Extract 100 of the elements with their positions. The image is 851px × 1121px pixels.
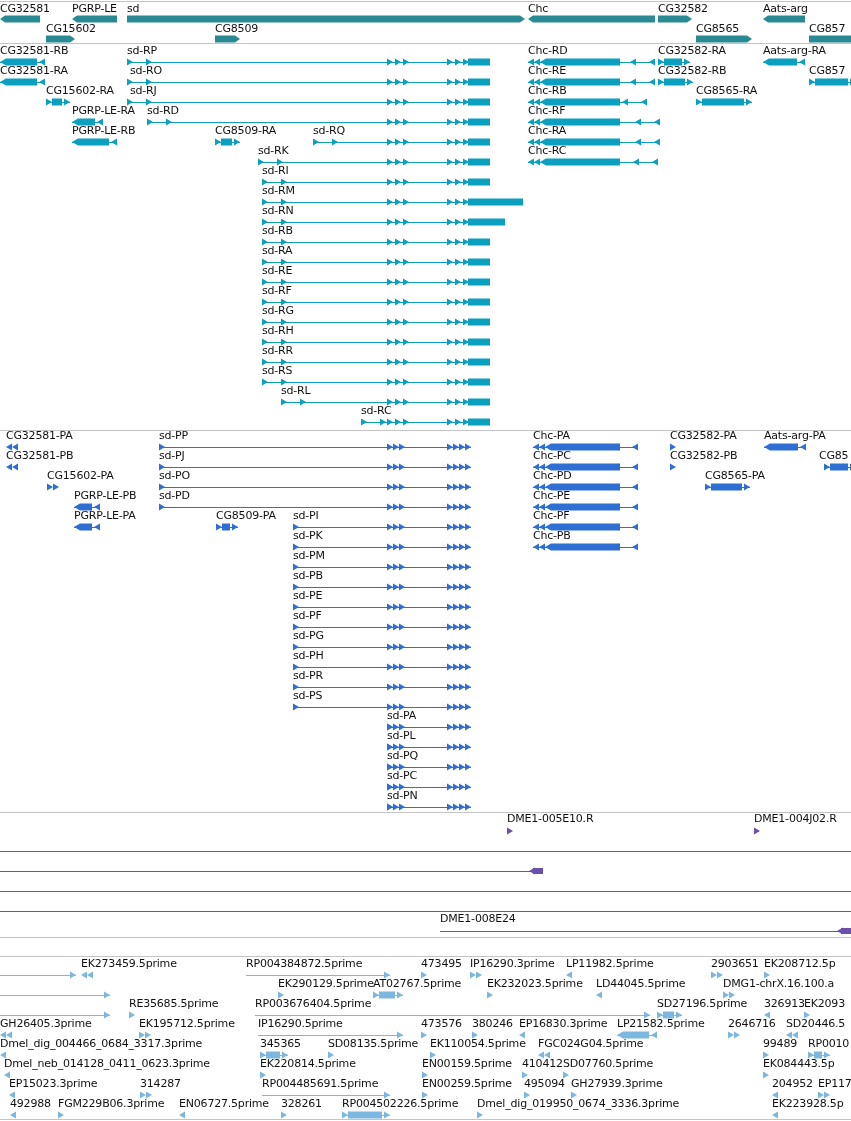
feature-glyph[interactable] bbox=[158, 483, 472, 491]
feature-glyph[interactable] bbox=[73, 503, 101, 511]
feature-glyph[interactable] bbox=[527, 58, 656, 66]
feature-glyph[interactable] bbox=[126, 98, 491, 106]
feature-glyph[interactable] bbox=[261, 198, 524, 206]
feature-glyph[interactable] bbox=[292, 623, 472, 631]
feature-glyph[interactable] bbox=[71, 118, 104, 126]
feature-glyph[interactable] bbox=[158, 463, 472, 471]
feature-glyph[interactable] bbox=[532, 483, 639, 491]
feature-glyph[interactable] bbox=[763, 15, 805, 23]
feature-label: EP117 bbox=[818, 1077, 851, 1090]
feature-label: EP16830.3prime bbox=[519, 1017, 608, 1030]
feature-glyph[interactable] bbox=[292, 603, 472, 611]
feature-glyph[interactable] bbox=[73, 523, 101, 531]
feature-glyph[interactable] bbox=[695, 98, 753, 106]
feature-label: sd-RG bbox=[262, 304, 294, 317]
feature-glyph[interactable] bbox=[261, 278, 491, 286]
feature-glyph[interactable] bbox=[0, 867, 544, 875]
feature-glyph[interactable] bbox=[158, 503, 472, 511]
feature-glyph[interactable] bbox=[292, 583, 472, 591]
feature-label: EN00259.5prime bbox=[422, 1077, 512, 1090]
feature-glyph[interactable] bbox=[46, 35, 75, 43]
feature-glyph[interactable] bbox=[214, 138, 241, 146]
feature-glyph[interactable] bbox=[292, 663, 472, 671]
feature-glyph[interactable] bbox=[670, 463, 676, 471]
feature-glyph[interactable] bbox=[507, 827, 513, 835]
feature-glyph[interactable] bbox=[386, 743, 472, 751]
feature-glyph[interactable] bbox=[261, 218, 506, 226]
feature-glyph[interactable] bbox=[292, 703, 472, 711]
feature-glyph[interactable] bbox=[386, 763, 472, 771]
feature-glyph[interactable] bbox=[0, 58, 46, 66]
feature-glyph[interactable] bbox=[6, 443, 18, 451]
feature-glyph[interactable] bbox=[292, 683, 472, 691]
feature-glyph[interactable] bbox=[704, 483, 751, 491]
feature-label: 2903651 bbox=[711, 957, 759, 970]
feature-glyph[interactable] bbox=[72, 15, 117, 23]
feature-label: sd-RC bbox=[361, 404, 392, 417]
feature-glyph[interactable] bbox=[527, 158, 659, 166]
feature-glyph[interactable] bbox=[360, 418, 491, 426]
feature-glyph[interactable] bbox=[292, 643, 472, 651]
feature-label: LP11982.5prime bbox=[566, 957, 654, 970]
feature-glyph[interactable] bbox=[261, 318, 491, 326]
feature-glyph[interactable] bbox=[386, 723, 472, 731]
feature-glyph[interactable] bbox=[292, 563, 472, 571]
feature-glyph[interactable] bbox=[527, 138, 661, 146]
feature-glyph[interactable] bbox=[71, 138, 118, 146]
feature-glyph[interactable] bbox=[386, 783, 472, 791]
feature-glyph[interactable] bbox=[763, 443, 807, 451]
feature-glyph[interactable] bbox=[126, 78, 491, 86]
feature-label: sd-RJ bbox=[130, 84, 157, 97]
feature-glyph[interactable] bbox=[215, 35, 240, 43]
feature-label: sd-RP bbox=[127, 44, 157, 57]
feature-glyph[interactable] bbox=[292, 523, 472, 531]
feature-label: PGRP-LE-RA bbox=[72, 104, 135, 117]
feature-glyph[interactable] bbox=[532, 503, 639, 511]
feature-glyph[interactable] bbox=[47, 483, 59, 491]
feature-glyph[interactable] bbox=[0, 15, 40, 23]
feature-glyph[interactable] bbox=[762, 58, 806, 66]
feature-glyph[interactable] bbox=[532, 463, 639, 471]
feature-glyph[interactable] bbox=[532, 523, 639, 531]
feature-glyph[interactable] bbox=[45, 98, 71, 106]
feature-glyph[interactable] bbox=[257, 158, 491, 166]
feature-glyph[interactable] bbox=[527, 118, 661, 126]
feature-glyph[interactable] bbox=[6, 463, 18, 471]
feature-glyph[interactable] bbox=[808, 78, 851, 86]
feature-glyph[interactable] bbox=[261, 378, 491, 386]
feature-glyph[interactable] bbox=[754, 827, 760, 835]
feature-glyph[interactable] bbox=[527, 78, 656, 86]
feature-label: 326913 bbox=[764, 997, 805, 1010]
feature-glyph[interactable] bbox=[0, 78, 46, 86]
feature-glyph[interactable] bbox=[261, 178, 491, 186]
feature-glyph[interactable] bbox=[158, 443, 472, 451]
feature-glyph[interactable] bbox=[261, 238, 491, 246]
feature-glyph[interactable] bbox=[670, 443, 676, 451]
feature-glyph[interactable] bbox=[292, 543, 472, 551]
feature-glyph[interactable] bbox=[261, 298, 491, 306]
feature-glyph[interactable] bbox=[126, 58, 491, 66]
feature-label: sd-PI bbox=[293, 509, 319, 522]
feature-glyph[interactable] bbox=[657, 78, 694, 86]
feature-glyph[interactable] bbox=[261, 258, 491, 266]
feature-glyph[interactable] bbox=[532, 443, 639, 451]
feature-glyph[interactable] bbox=[261, 358, 491, 366]
feature-glyph[interactable] bbox=[823, 463, 851, 471]
feature-glyph[interactable] bbox=[280, 398, 491, 406]
feature-glyph[interactable] bbox=[658, 15, 692, 23]
feature-label: sd-RH bbox=[262, 324, 294, 337]
feature-glyph[interactable] bbox=[528, 15, 655, 23]
feature-glyph[interactable] bbox=[657, 58, 691, 66]
feature-label: Chc bbox=[528, 2, 549, 15]
feature-glyph[interactable] bbox=[386, 803, 472, 811]
feature-glyph[interactable] bbox=[439, 927, 851, 935]
feature-glyph[interactable] bbox=[215, 523, 239, 531]
feature-glyph[interactable] bbox=[146, 118, 491, 126]
feature-glyph[interactable] bbox=[261, 338, 491, 346]
feature-glyph[interactable] bbox=[696, 35, 752, 43]
feature-glyph[interactable] bbox=[532, 543, 639, 551]
feature-glyph[interactable] bbox=[527, 98, 648, 106]
feature-label: EK208712.5p bbox=[764, 957, 836, 970]
feature-label: RP0010 bbox=[808, 1037, 850, 1050]
feature-glyph[interactable] bbox=[312, 138, 491, 146]
